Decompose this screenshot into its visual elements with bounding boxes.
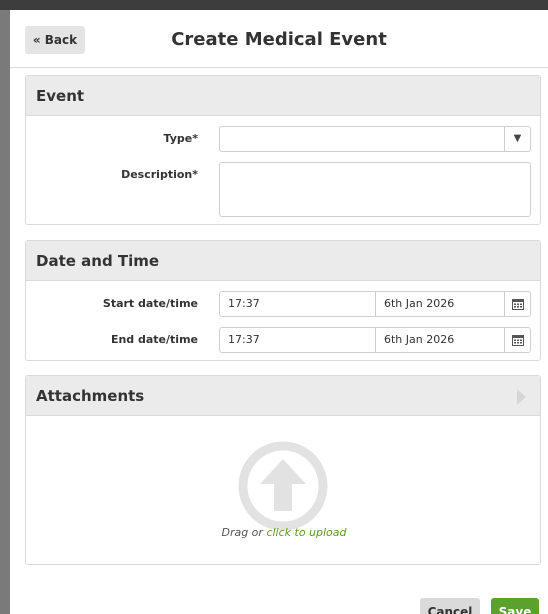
calendar-icon[interactable] [504, 292, 530, 316]
start-datetime-field: 17:37 6th Jan 2026 [219, 291, 531, 317]
drag-prefix: Drag or [221, 526, 267, 539]
end-date-input[interactable]: 6th Jan 2026 [384, 328, 454, 352]
start-date-input[interactable]: 6th Jan 2026 [384, 292, 454, 316]
end-datetime-label: End date/time [110, 333, 198, 346]
upload-dropzone[interactable]: Drag or click to upload [26, 416, 540, 564]
event-panel-title: Event [26, 76, 540, 116]
calendar-icon[interactable] [504, 328, 530, 352]
description-textarea[interactable] [219, 162, 531, 217]
backdrop-edge [0, 10, 10, 614]
page-title: Create Medical Event [171, 29, 387, 50]
drag-or-click-text: Drag or click to upload [26, 526, 542, 539]
back-button[interactable]: « Back [25, 26, 85, 54]
upload-icon[interactable] [236, 439, 330, 533]
end-time-input[interactable]: 17:37 [228, 328, 260, 352]
dialog-header: Create Medical Event « Back [10, 10, 548, 68]
description-label: Description* [121, 168, 198, 181]
type-select[interactable]: ▼ [219, 126, 531, 152]
type-label: Type* [163, 132, 198, 145]
field-divider [375, 292, 376, 316]
end-datetime-field: 17:37 6th Jan 2026 [219, 327, 531, 353]
date-time-panel: Date and Time Start date/time 17:37 6th … [25, 240, 541, 361]
top-bar [0, 0, 548, 10]
attachments-panel-title: Attachments [36, 387, 145, 405]
start-datetime-label: Start date/time [102, 297, 198, 310]
create-medical-event-dialog: Create Medical Event « Back Event Type* … [10, 10, 548, 614]
dropdown-arrow-icon[interactable]: ▼ [504, 127, 530, 151]
click-to-upload-link[interactable]: click to upload [266, 526, 346, 539]
attachments-panel-header[interactable]: Attachments [26, 376, 540, 416]
field-divider [375, 328, 376, 352]
cancel-button[interactable]: Cancel [420, 598, 480, 614]
date-time-panel-title: Date and Time [26, 241, 540, 281]
event-panel: Event Type* ▼ Description* [25, 75, 541, 225]
attachments-panel: Attachments Drag or click to upload [25, 375, 541, 565]
collapse-arrow-icon[interactable] [517, 389, 526, 405]
start-time-input[interactable]: 17:37 [228, 292, 260, 316]
save-button[interactable]: Save [491, 598, 539, 614]
